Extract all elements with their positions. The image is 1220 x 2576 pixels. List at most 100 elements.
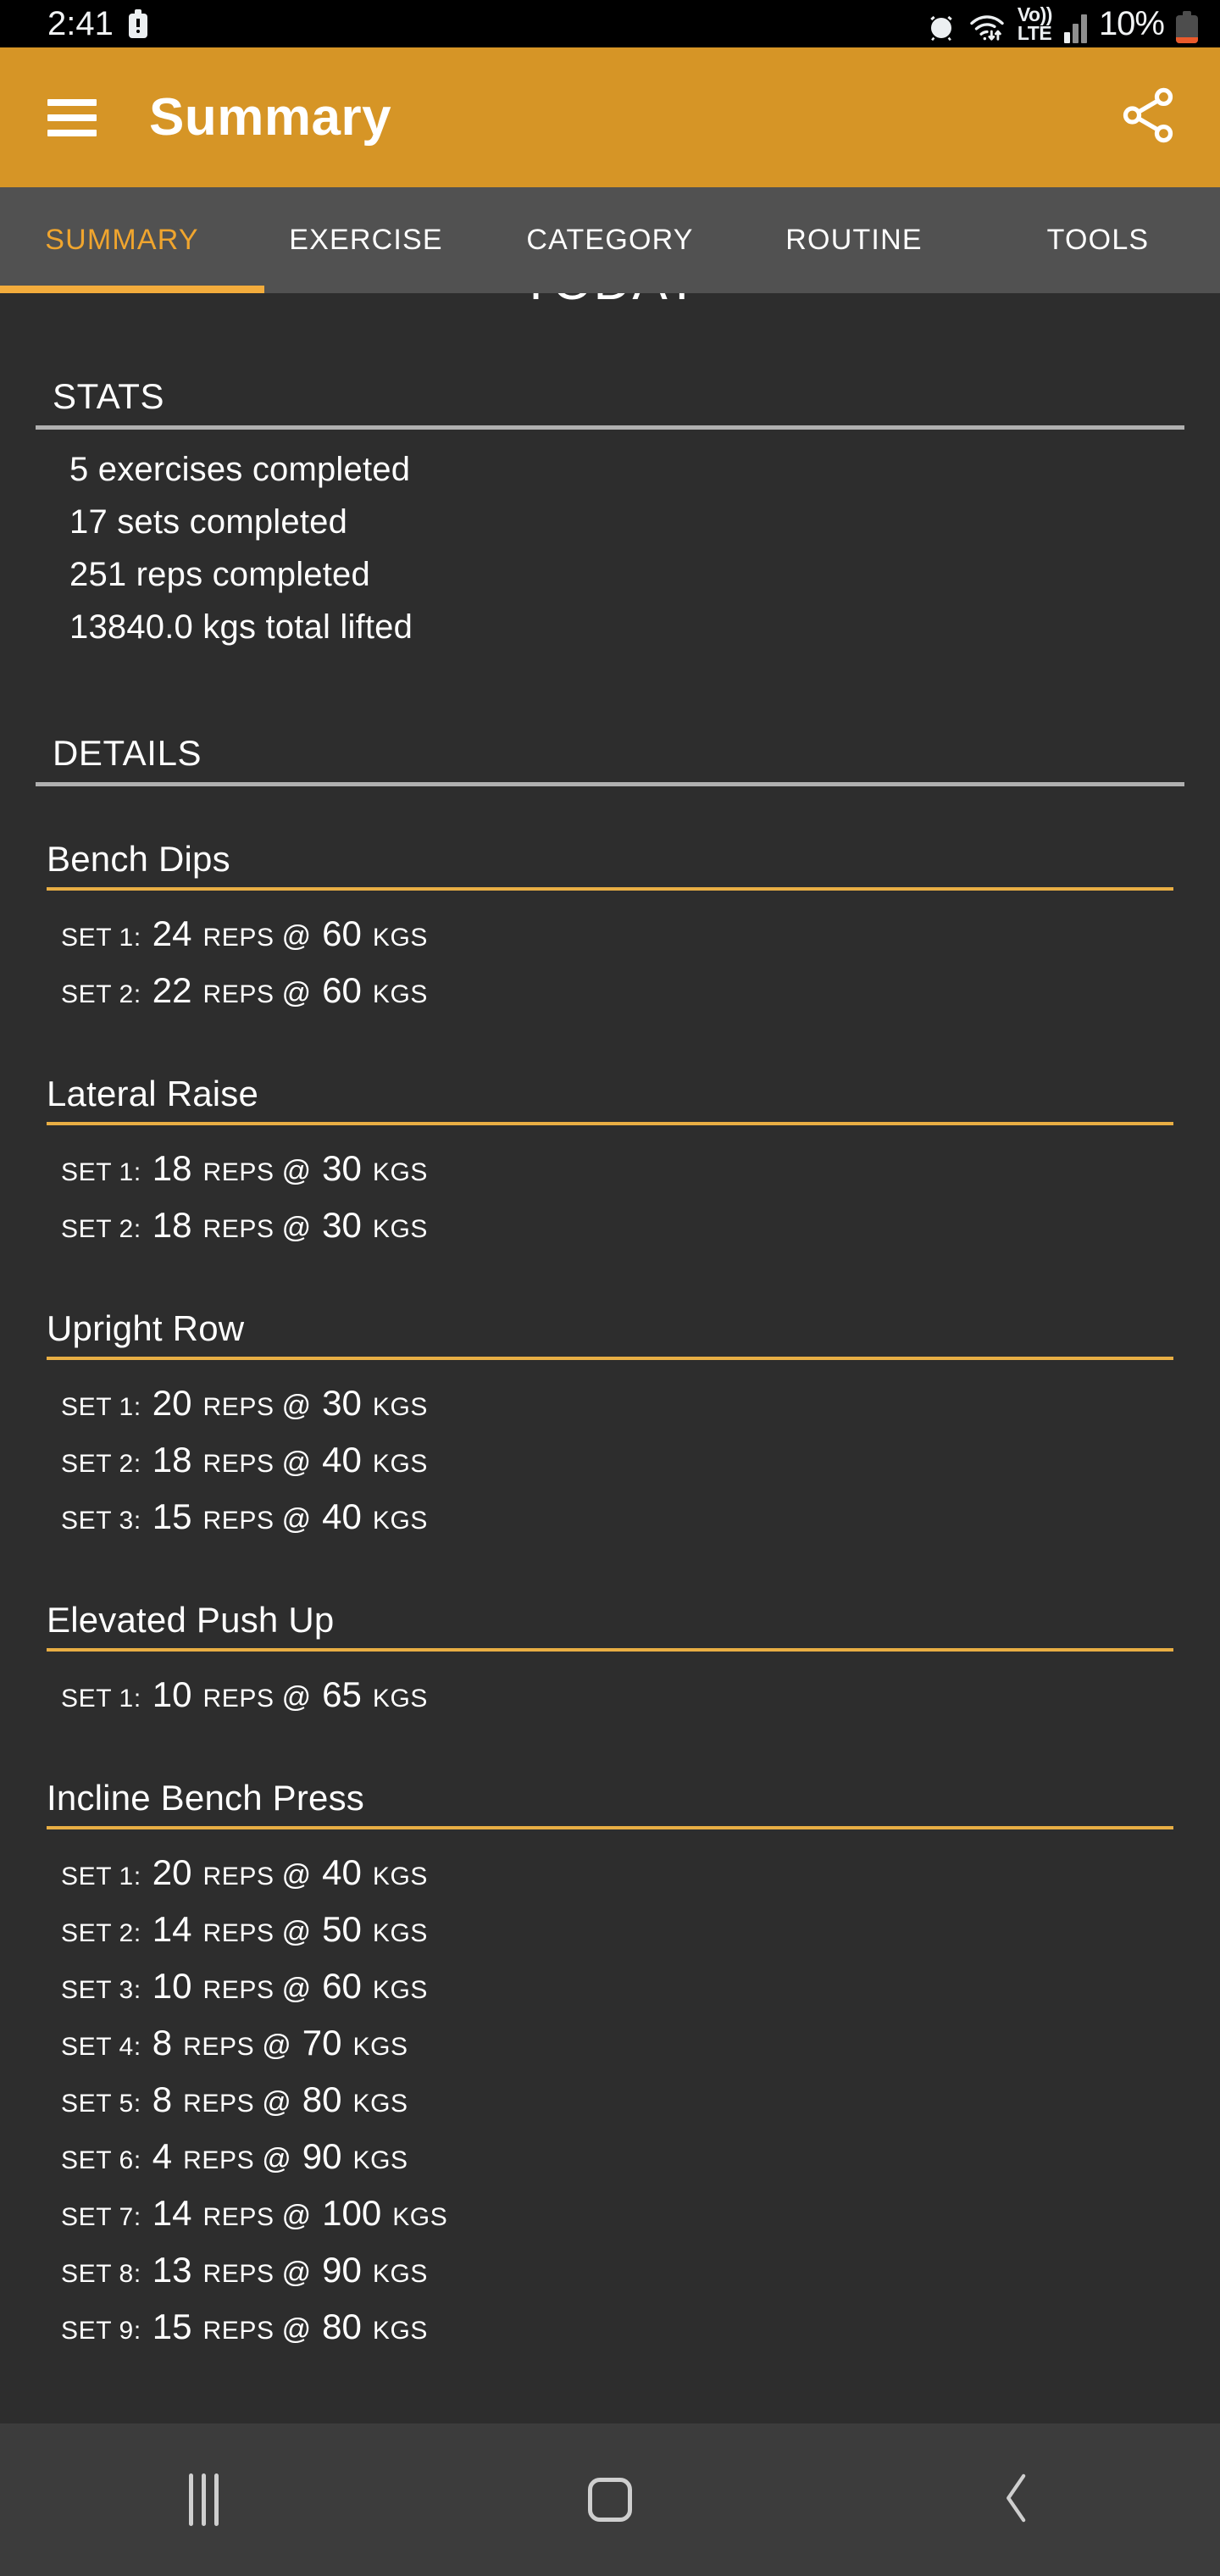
- set-reps-value: 4: [152, 2136, 173, 2176]
- set-weight-value: 40: [322, 1496, 362, 1536]
- set-reps-word: REPS: [202, 2203, 274, 2231]
- set-at-symbol: @: [281, 1503, 312, 1535]
- set-label: SET 6:: [61, 2146, 141, 2174]
- set-row: SET 1: 24 REPS @60 KGS: [61, 908, 1220, 964]
- tab-summary[interactable]: SUMMARY: [0, 187, 244, 293]
- exercise-block: Upright Row SET 1: 20 REPS @30 KGS SET 2: 18 REP…: [0, 1308, 1220, 1547]
- set-row: SET 2: 14 REPS @50 KGS: [61, 1903, 1220, 1960]
- recents-button[interactable]: [0, 2423, 407, 2576]
- set-row: SET 1: 20 REPS @30 KGS: [61, 1377, 1220, 1434]
- set-reps-word: REPS: [183, 2090, 255, 2118]
- tab-tools[interactable]: TOOLS: [976, 187, 1220, 293]
- set-unit-label: KGS: [372, 1863, 428, 1890]
- set-label: SET 2:: [61, 1919, 141, 1947]
- set-unit-label: KGS: [372, 1158, 428, 1186]
- set-unit-label: KGS: [352, 2033, 408, 2061]
- set-unit-label: KGS: [352, 2146, 408, 2174]
- exercise-name: Lateral Raise: [47, 1074, 1173, 1125]
- set-reps-value: 18: [152, 1440, 192, 1480]
- status-bar: 2:41 Vo)) LTE 10%: [0, 0, 1220, 47]
- set-reps-word: REPS: [202, 924, 274, 952]
- set-reps-value: 10: [152, 1966, 192, 2006]
- set-weight-value: 30: [322, 1205, 362, 1245]
- summary-scroll-area[interactable]: TODAY STATS 5 exercises completed 17 set…: [0, 293, 1220, 2423]
- status-bar-right: Vo)) LTE 10%: [926, 3, 1198, 44]
- stats-section-heading: STATS: [36, 376, 1184, 430]
- summary-content: TODAY STATS 5 exercises completed 17 set…: [0, 293, 1220, 2391]
- set-reps-word: REPS: [202, 980, 274, 1008]
- set-reps-word: REPS: [202, 1393, 274, 1421]
- tab-exercise[interactable]: EXERCISE: [244, 187, 488, 293]
- set-label: SET 3:: [61, 1507, 141, 1535]
- set-reps-word: REPS: [202, 1685, 274, 1713]
- set-row: SET 1: 18 REPS @30 KGS: [61, 1142, 1220, 1199]
- back-chevron-icon: [1000, 2472, 1034, 2529]
- set-row: SET 1: 20 REPS @40 KGS: [61, 1846, 1220, 1903]
- volte-indicator: Vo)) LTE: [1017, 3, 1053, 44]
- set-weight-value: 50: [322, 1909, 362, 1949]
- exercise-name: Bench Dips: [47, 839, 1173, 891]
- set-row: SET 3: 10 REPS @60 KGS: [61, 1960, 1220, 2017]
- set-weight-value: 40: [322, 1852, 362, 1892]
- set-label: SET 1:: [61, 1393, 141, 1421]
- set-label: SET 2:: [61, 980, 141, 1008]
- set-weight-value: 70: [302, 2023, 342, 2062]
- set-reps-value: 18: [152, 1205, 192, 1245]
- set-unit-label: KGS: [392, 2203, 448, 2231]
- set-reps-word: REPS: [202, 1507, 274, 1535]
- set-at-symbol: @: [281, 2200, 312, 2232]
- cellular-signal-icon: [1063, 14, 1087, 43]
- set-label: SET 3:: [61, 1976, 141, 2004]
- set-reps-value: 10: [152, 1674, 192, 1714]
- recents-icon: [188, 2473, 219, 2526]
- set-at-symbol: @: [281, 1155, 312, 1187]
- wifi-data-transfer-icon: [968, 13, 1006, 43]
- hamburger-menu-icon[interactable]: [47, 98, 97, 136]
- exercise-block: Lateral Raise SET 1: 18 REPS @30 KGS SET 2: 18 R…: [0, 1074, 1220, 1256]
- page-title: Summary: [149, 88, 392, 147]
- set-weight-value: 60: [322, 970, 362, 1010]
- set-row: SET 2: 22 REPS @60 KGS: [61, 964, 1220, 1021]
- set-weight-value: 60: [322, 913, 362, 953]
- set-unit-label: KGS: [372, 2260, 428, 2288]
- set-list: SET 1: 24 REPS @60 KGS SET 2: 22 REPS @60 KGS: [0, 908, 1220, 1021]
- share-icon[interactable]: [1117, 84, 1179, 151]
- set-unit-label: KGS: [372, 1507, 428, 1535]
- set-at-symbol: @: [281, 1390, 312, 1422]
- set-label: SET 2:: [61, 1215, 141, 1243]
- home-button[interactable]: [407, 2423, 813, 2576]
- set-reps-value: 22: [152, 970, 192, 1010]
- tab-category[interactable]: CATEGORY: [488, 187, 732, 293]
- set-row: SET 2: 18 REPS @30 KGS: [61, 1199, 1220, 1256]
- set-weight-value: 30: [322, 1383, 362, 1423]
- set-reps-word: REPS: [202, 1976, 274, 2004]
- exercise-block: Elevated Push Up SET 1: 10 REPS @65 KGS: [0, 1600, 1220, 1725]
- set-row: SET 1: 10 REPS @65 KGS: [61, 1668, 1220, 1725]
- set-at-symbol: @: [281, 1212, 312, 1244]
- set-reps-value: 8: [152, 2023, 173, 2062]
- stat-line: 17 sets completed: [69, 503, 348, 541]
- set-reps-word: REPS: [183, 2146, 255, 2174]
- set-weight-value: 80: [322, 2307, 362, 2346]
- set-at-symbol: @: [281, 1916, 312, 1948]
- set-row: SET 2: 18 REPS @40 KGS: [61, 1434, 1220, 1491]
- set-reps-value: 20: [152, 1852, 192, 1892]
- set-reps-value: 13: [152, 2250, 192, 2290]
- set-reps-word: REPS: [202, 1215, 274, 1243]
- set-reps-word: REPS: [202, 1450, 274, 1478]
- stat-line: 5 exercises completed: [69, 451, 411, 488]
- tab-routine[interactable]: ROUTINE: [732, 187, 976, 293]
- set-at-symbol: @: [281, 2313, 312, 2346]
- stat-line: 13840.0 kgs total lifted: [69, 608, 413, 646]
- set-at-symbol: @: [281, 977, 312, 1009]
- app-bar: Summary: [0, 47, 1220, 187]
- set-label: SET 9:: [61, 2317, 141, 2345]
- set-at-symbol: @: [281, 920, 312, 952]
- set-reps-value: 14: [152, 1909, 192, 1949]
- set-unit-label: KGS: [372, 924, 428, 952]
- set-unit-label: KGS: [352, 2090, 408, 2118]
- set-reps-word: REPS: [202, 2317, 274, 2345]
- set-unit-label: KGS: [372, 1393, 428, 1421]
- set-reps-word: REPS: [202, 2260, 274, 2288]
- back-button[interactable]: [813, 2423, 1220, 2576]
